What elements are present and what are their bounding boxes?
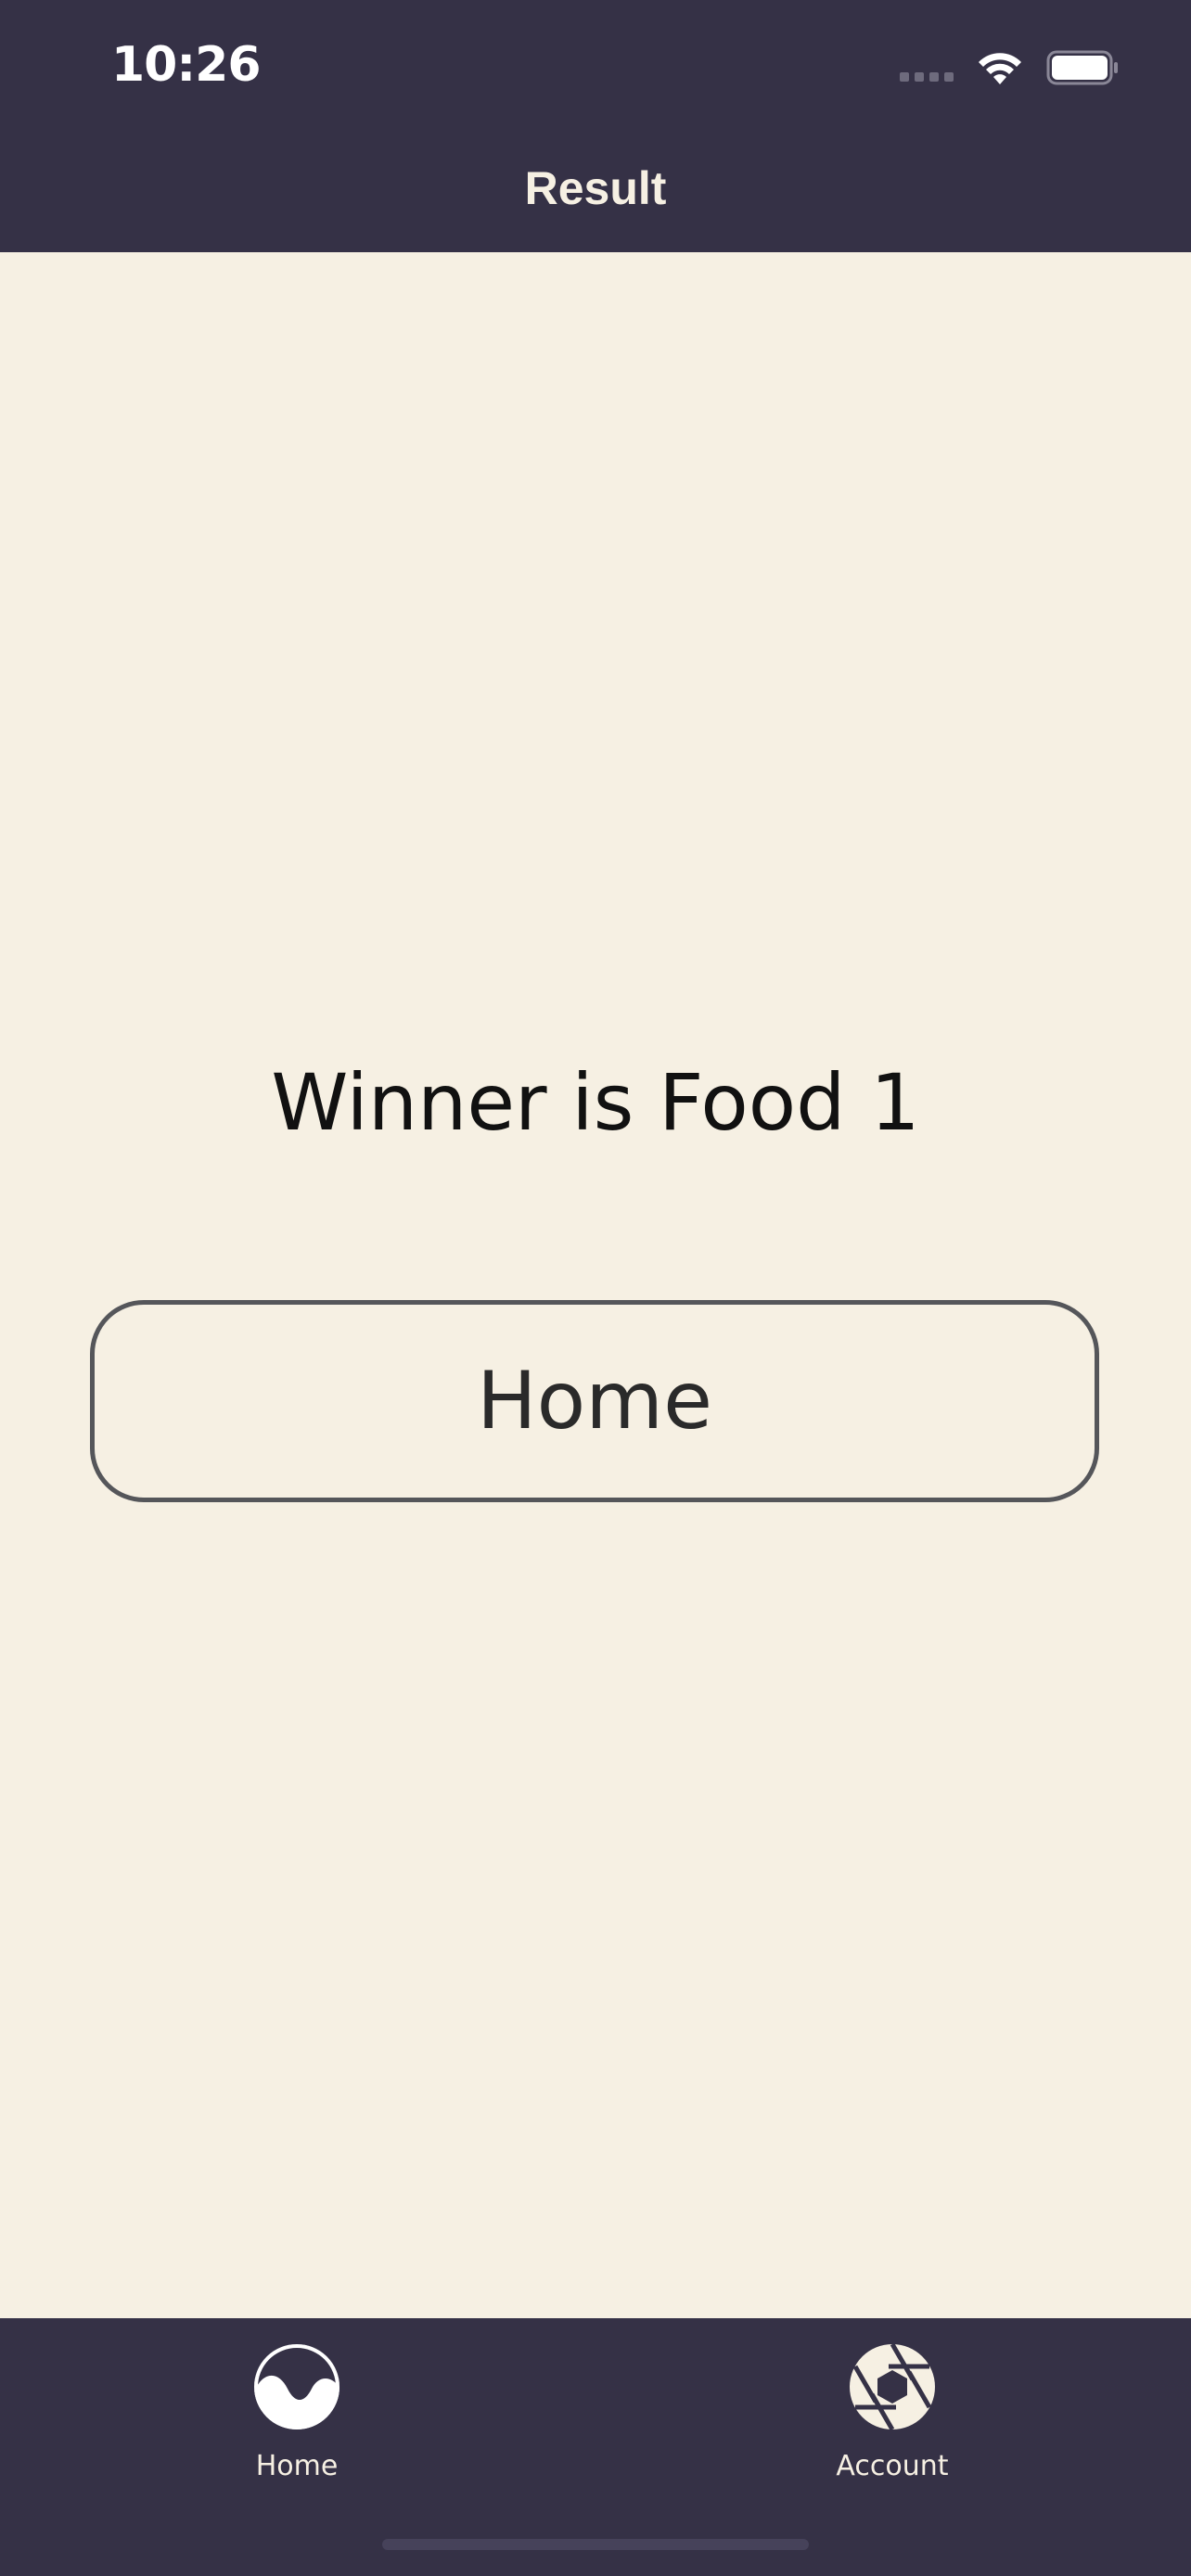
status-time: 10:26 [111,37,262,93]
page-title: Result [524,162,667,214]
status-indicators [900,45,1121,91]
wave-circle-icon [254,2344,339,2429]
tab-home-label: Home [255,2450,339,2482]
winner-text: Winner is Food 1 [271,1057,920,1148]
bottom-tab-bar: Home Account [0,2318,1191,2576]
tab-account[interactable]: Account [781,2342,1004,2509]
aperture-icon [850,2342,935,2431]
cellular-signal-icon [900,54,954,82]
result-screen: 10:26 Result Winner is Food 1 Home Home … [0,0,1191,2576]
tab-account-label: Account [836,2450,949,2482]
tab-home[interactable]: Home [186,2342,408,2509]
wifi-icon [976,49,1024,86]
home-button[interactable]: Home [90,1300,1099,1502]
battery-icon [1046,49,1121,86]
home-button-label: Home [477,1355,712,1447]
home-indicator[interactable] [382,2539,809,2550]
top-header: 10:26 Result [0,0,1191,252]
